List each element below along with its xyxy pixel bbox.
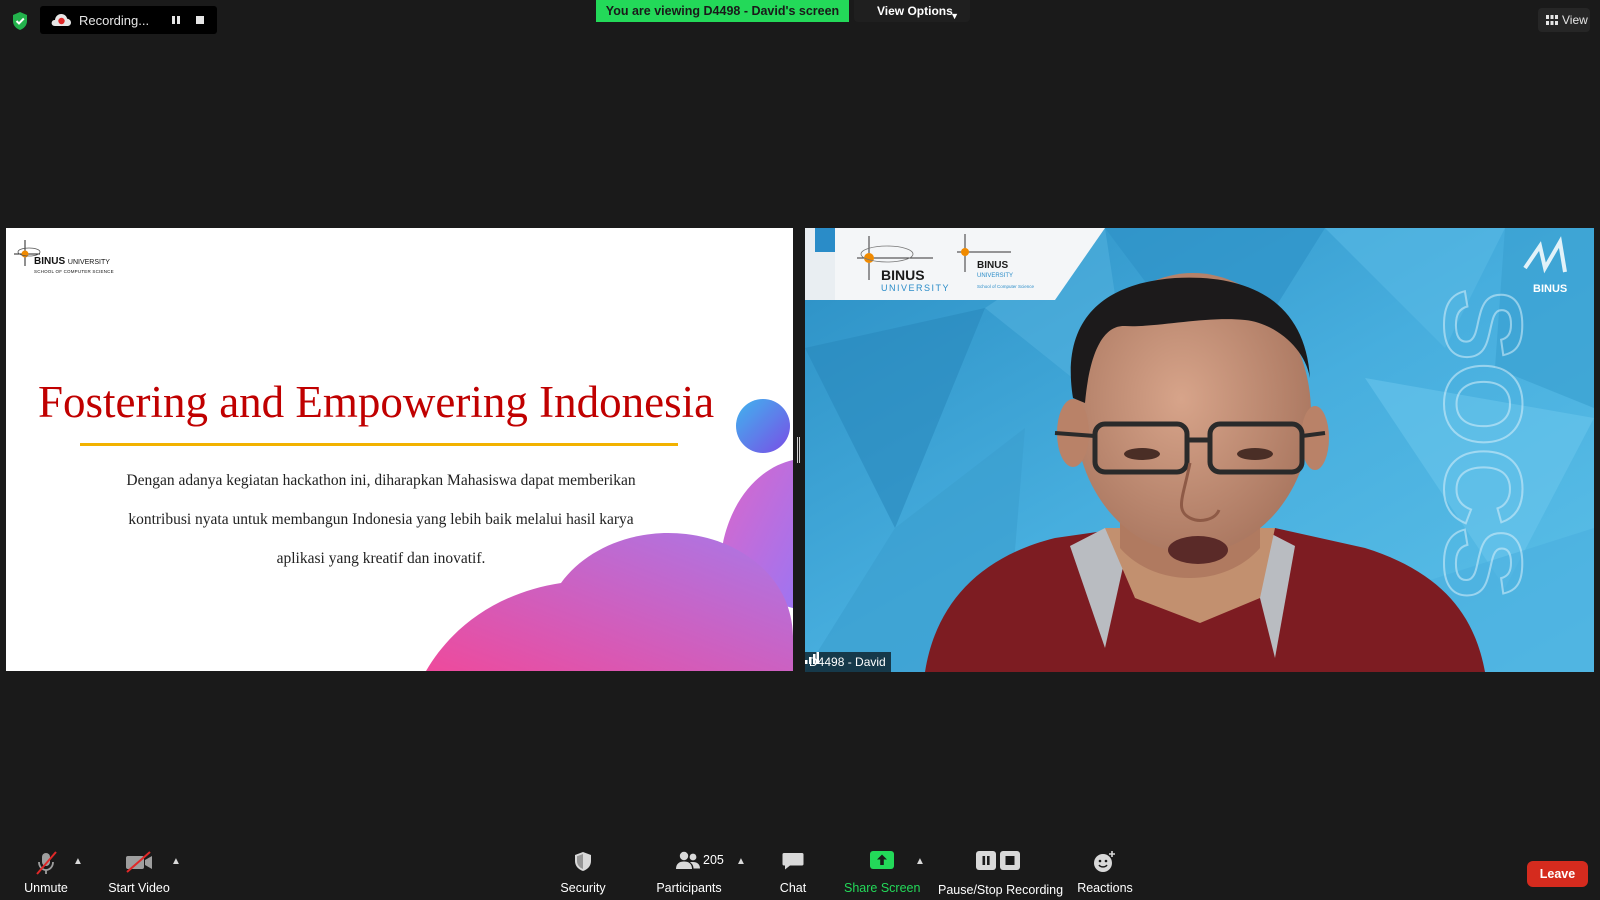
share-options-caret[interactable]: ▲ bbox=[915, 856, 925, 867]
people-icon bbox=[676, 851, 700, 869]
reactions-label: Reactions bbox=[1077, 881, 1133, 895]
backdrop-logo-2-detail: School of Computer Science bbox=[977, 284, 1035, 289]
recording-label: Recording... bbox=[79, 13, 150, 28]
start-video-button[interactable]: Start Video bbox=[104, 842, 174, 900]
cloud-record-icon bbox=[51, 14, 71, 26]
shield-icon bbox=[575, 852, 591, 871]
chevron-down-icon: ▼ bbox=[950, 11, 959, 21]
chat-label: Chat bbox=[779, 881, 807, 895]
binus-university-logo: BINUS UNIVERSITY SCHOOL OF COMPUTER SCIE… bbox=[12, 236, 122, 276]
backdrop-logo-2-sub: UNIVERSITY bbox=[977, 273, 1013, 279]
participants-count: 205 bbox=[703, 853, 724, 867]
unmute-label: Unmute bbox=[24, 881, 68, 895]
recording-indicator: Recording... bbox=[40, 6, 217, 34]
security-label: Security bbox=[560, 881, 606, 895]
reactions-button[interactable]: Reactions bbox=[1076, 842, 1134, 900]
backdrop-side-text: SOCS bbox=[1421, 288, 1544, 600]
participants-options-caret[interactable]: ▲ bbox=[736, 856, 746, 867]
view-layout-button[interactable]: View bbox=[1538, 8, 1590, 32]
video-off-icon bbox=[126, 851, 152, 873]
speaker-video-frame: BINUS UNIVERSITY BINUS UNIVERSITY School… bbox=[805, 228, 1594, 672]
stop-recording-button[interactable] bbox=[192, 12, 208, 28]
meeting-toolbar: Unmute ▲ Start Video ▲ Security 205 Part… bbox=[0, 842, 1600, 900]
split-view-resize-handle[interactable] bbox=[797, 437, 800, 463]
slide-decorative-shapes bbox=[426, 399, 793, 671]
share-screen-button[interactable]: Share Screen bbox=[844, 842, 920, 900]
chat-button[interactable]: Chat bbox=[770, 842, 816, 900]
video-options-caret[interactable]: ▲ bbox=[171, 856, 181, 867]
viewing-screen-banner: You are viewing D4498 - David's screen bbox=[596, 0, 849, 22]
pause-stop-recording-button[interactable]: Pause/Stop Recording bbox=[938, 842, 1064, 900]
pause-stop-recording-label: Pause/Stop Recording bbox=[938, 883, 1064, 897]
participants-label: Participants bbox=[656, 881, 722, 895]
chat-bubble-icon bbox=[782, 853, 804, 870]
participant-name: D4498 - David bbox=[809, 655, 886, 669]
participant-name-tag: D4498 - David bbox=[805, 652, 891, 672]
start-video-label: Start Video bbox=[108, 881, 170, 895]
share-arrow-icon bbox=[870, 851, 894, 869]
slide-title-underline bbox=[80, 443, 678, 446]
logo-wordmark: BINUS UNIVERSITY bbox=[34, 256, 110, 267]
security-button[interactable]: Security bbox=[555, 842, 611, 900]
logo-subtitle: SCHOOL OF COMPUTER SCIENCE bbox=[34, 269, 114, 274]
pause-stop-icon bbox=[976, 851, 1020, 870]
backdrop-logo-2-word: BINUS bbox=[977, 260, 1008, 271]
participants-button[interactable]: 205 Participants bbox=[651, 842, 727, 900]
slide-body-line: Dengan adanya kegiatan hackathon ini, di… bbox=[126, 472, 636, 489]
slide-body-text: Dengan adanya kegiatan hackathon ini, di… bbox=[66, 461, 696, 578]
security-shield-icon[interactable] bbox=[11, 11, 29, 31]
view-options-label: View Options bbox=[877, 4, 953, 18]
signal-strength-icon bbox=[805, 652, 819, 664]
grid-layout-icon bbox=[1546, 15, 1558, 25]
zoom-meeting-window: Recording... You are viewing D4498 - Dav… bbox=[0, 0, 1600, 900]
speaker-video-tile: BINUS UNIVERSITY BINUS UNIVERSITY School… bbox=[805, 228, 1594, 672]
backdrop-logo-1-word: BINUS bbox=[881, 267, 925, 283]
pause-recording-button[interactable] bbox=[168, 12, 184, 28]
view-options-menu[interactable]: View Options ▼ bbox=[854, 0, 970, 22]
share-screen-label: Share Screen bbox=[844, 881, 921, 895]
backdrop-logo-1-sub: UNIVERSITY bbox=[881, 283, 950, 293]
unmute-button[interactable]: Unmute bbox=[14, 842, 78, 900]
mic-off-icon bbox=[36, 851, 57, 875]
view-button-label: View bbox=[1562, 13, 1588, 27]
leave-meeting-button[interactable]: Leave bbox=[1527, 861, 1588, 887]
slide-body-line: kontribusi nyata untuk membangun Indones… bbox=[128, 511, 634, 528]
shared-screen-slide: BINUS UNIVERSITY SCHOOL OF COMPUTER SCIE… bbox=[6, 228, 793, 671]
slide-title: Fostering and Empowering Indonesia bbox=[37, 377, 715, 427]
slide-body-line: aplikasi yang kreatif dan inovatif. bbox=[276, 550, 486, 567]
smiley-plus-icon bbox=[1094, 851, 1115, 872]
audio-options-caret[interactable]: ▲ bbox=[73, 856, 83, 867]
